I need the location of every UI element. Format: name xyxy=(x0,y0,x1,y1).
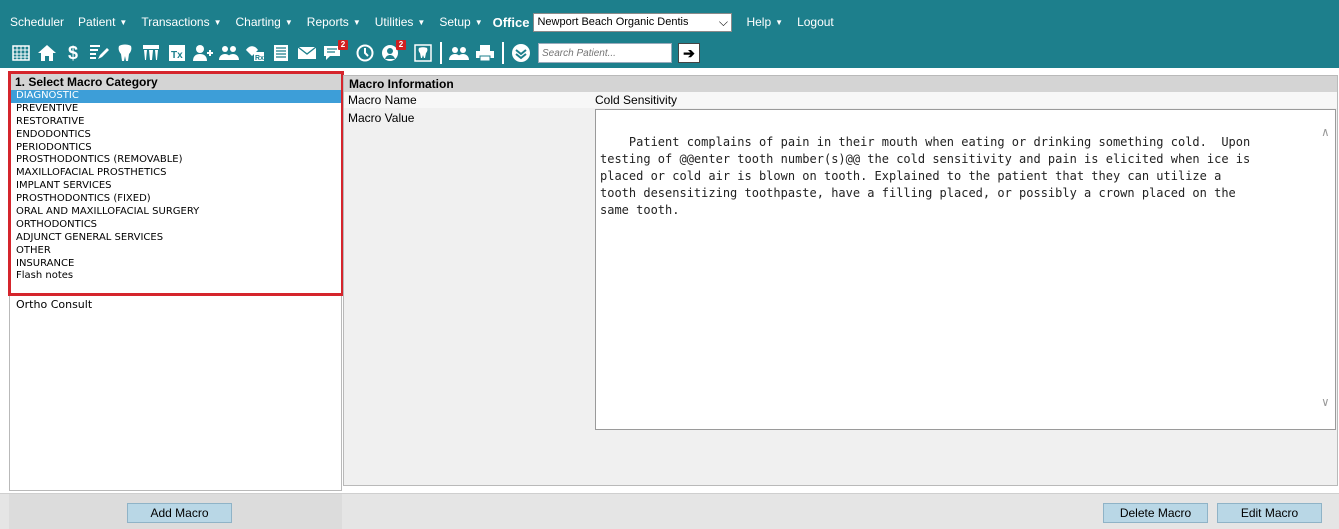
toolbar-separator xyxy=(502,42,504,64)
family-icon[interactable] xyxy=(218,42,240,64)
category-item[interactable]: ORTHODONTICS xyxy=(10,219,341,232)
teeth-icon[interactable] xyxy=(140,42,162,64)
menu-reports[interactable]: Reports ▼ xyxy=(307,15,361,29)
toolbar-separator xyxy=(440,42,442,64)
calendar-icon[interactable] xyxy=(10,42,32,64)
menu-patient-label: Patient xyxy=(78,15,116,29)
recall-icon[interactable]: 2 xyxy=(380,40,406,64)
svg-text:Tx: Tx xyxy=(171,50,183,61)
document-icon[interactable] xyxy=(270,42,292,64)
search-patient-input[interactable] xyxy=(538,43,672,63)
menu-setup[interactable]: Setup ▼ xyxy=(439,15,482,29)
menu-logout-label: Logout xyxy=(797,15,834,29)
menu-transactions-label: Transactions xyxy=(141,15,210,29)
caret-down-icon: ▼ xyxy=(213,17,222,27)
svg-text:Rx: Rx xyxy=(255,55,264,62)
office-label: Office xyxy=(492,14,530,30)
macro-information-panel: Macro Information Macro Name Cold Sensit… xyxy=(343,75,1338,486)
category-item[interactable]: ENDODONTICS xyxy=(10,129,341,142)
chevron-down-icon: ⌵ xyxy=(718,14,728,29)
top-menu-bar: Scheduler Patient ▼ Transactions ▼ Chartin… xyxy=(0,0,1339,68)
bottom-action-bar: Add Macro Delete Macro Edit Macro xyxy=(0,493,1339,529)
category-item[interactable]: ORAL AND MAXILLOFACIAL SURGERY xyxy=(10,206,341,219)
edit-icon[interactable] xyxy=(88,42,110,64)
category-item[interactable]: IMPLANT SERVICES xyxy=(10,180,341,193)
menu-patient[interactable]: Patient ▼ xyxy=(78,15,127,29)
macro-list: Ortho Consult xyxy=(10,298,341,311)
macro-name-value: Cold Sensitivity xyxy=(595,93,678,107)
menu-help[interactable]: Help ▼ xyxy=(746,15,783,29)
arrow-right-icon: ➔ xyxy=(683,44,695,61)
add-macro-button[interactable]: Add Macro xyxy=(127,503,232,523)
office-select-value: Newport Beach Organic Dentis xyxy=(537,16,689,28)
category-panel-header: 1. Select Macro Category xyxy=(10,74,341,90)
category-item[interactable]: INSURANCE xyxy=(10,258,341,271)
scroll-down-icon[interactable]: ∨ xyxy=(1322,394,1329,411)
add-patient-icon[interactable] xyxy=(192,42,214,64)
messages-icon[interactable]: 2 xyxy=(322,40,348,64)
caret-down-icon: ▼ xyxy=(119,17,128,27)
users-icon[interactable] xyxy=(448,42,470,64)
category-item[interactable]: DIAGNOSTIC xyxy=(10,90,341,103)
menu-utilities[interactable]: Utilities ▼ xyxy=(375,15,426,29)
menu-transactions[interactable]: Transactions ▼ xyxy=(141,15,221,29)
macro-name-label: Macro Name xyxy=(348,93,417,107)
category-item[interactable]: OTHER xyxy=(10,245,341,258)
home-icon[interactable] xyxy=(36,42,58,64)
main-menu: Scheduler Patient ▼ Transactions ▼ Chartin… xyxy=(0,8,834,36)
macro-category-panel: 1. Select Macro Category DIAGNOSTIC PREV… xyxy=(9,73,342,491)
menu-setup-label: Setup xyxy=(439,15,471,29)
category-item[interactable]: PROSTHODONTICS (REMOVABLE) xyxy=(10,154,341,167)
edit-macro-button[interactable]: Edit Macro xyxy=(1217,503,1322,523)
prescription-icon[interactable]: Rx xyxy=(244,42,266,64)
menu-scheduler-label: Scheduler xyxy=(10,15,65,29)
category-item[interactable]: MAXILLOFACIAL PROSTHETICS xyxy=(10,167,341,180)
office-select[interactable]: Newport Beach Organic Dentis ⌵ xyxy=(533,12,733,32)
macro-info-header: Macro Information xyxy=(344,76,1337,92)
category-item[interactable]: PERIODONTICS xyxy=(10,142,341,155)
toolbar: $ Tx Rx 2 2 Search Patient... ➔ xyxy=(0,38,700,68)
tooth-chart-icon[interactable] xyxy=(412,42,434,64)
menu-logout[interactable]: Logout xyxy=(797,15,834,29)
menu-help-label: Help xyxy=(746,15,772,29)
category-list: DIAGNOSTIC PREVENTIVE RESTORATIVE ENDODO… xyxy=(10,90,341,283)
clock-icon[interactable] xyxy=(354,42,376,64)
caret-down-icon: ▼ xyxy=(474,17,483,27)
search-go-button[interactable]: ➔ xyxy=(678,43,700,63)
category-item[interactable]: RESTORATIVE xyxy=(10,116,341,129)
money-icon[interactable]: $ xyxy=(62,42,84,64)
caret-down-icon: ▼ xyxy=(284,17,293,27)
menu-scheduler[interactable]: Scheduler xyxy=(10,15,64,29)
menu-charting-label: Charting xyxy=(235,15,281,29)
scroll-up-icon[interactable]: ∧ xyxy=(1322,124,1329,141)
macro-value-textarea[interactable]: Patient complains of pain in their mouth… xyxy=(595,109,1336,430)
category-item[interactable]: ADJUNCT GENERAL SERVICES xyxy=(10,232,341,245)
tooth-icon[interactable] xyxy=(114,42,136,64)
menu-charting[interactable]: Charting ▼ xyxy=(236,15,293,29)
menu-utilities-label: Utilities xyxy=(374,15,414,29)
dropdown-circle-icon[interactable] xyxy=(510,42,532,64)
caret-down-icon: ▼ xyxy=(775,17,784,27)
macro-list-item[interactable]: Ortho Consult xyxy=(10,298,341,311)
macro-name-row xyxy=(344,92,1337,108)
caret-down-icon: ▼ xyxy=(352,17,361,27)
category-item[interactable]: PROSTHODONTICS (FIXED) xyxy=(10,193,341,206)
email-icon[interactable] xyxy=(296,42,318,64)
caret-down-icon: ▼ xyxy=(417,17,426,27)
recall-badge: 2 xyxy=(396,40,406,50)
category-item[interactable]: PREVENTIVE xyxy=(10,103,341,116)
print-icon[interactable] xyxy=(474,42,496,64)
treatment-icon[interactable]: Tx xyxy=(166,42,188,64)
macro-value-text: Patient complains of pain in their mouth… xyxy=(600,135,1251,217)
delete-macro-button[interactable]: Delete Macro xyxy=(1103,503,1208,523)
macro-value-label: Macro Value xyxy=(348,111,415,125)
category-item[interactable]: Flash notes xyxy=(10,270,341,283)
menu-reports-label: Reports xyxy=(306,15,349,29)
messages-badge: 2 xyxy=(338,40,348,50)
